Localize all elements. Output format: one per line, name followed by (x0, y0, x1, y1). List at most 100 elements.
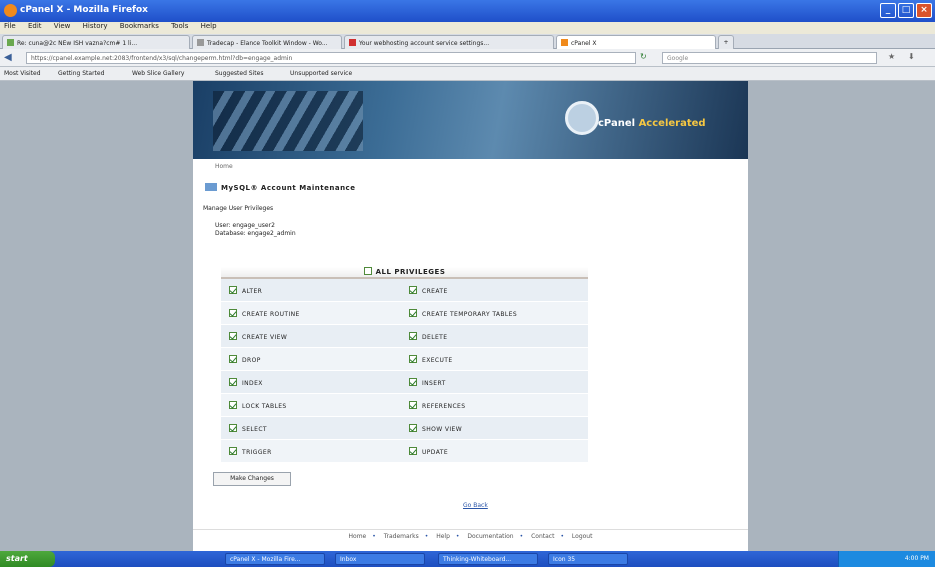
breadcrumb[interactable]: Home (215, 163, 233, 170)
reload-icon[interactable]: ↻ (640, 52, 647, 61)
privilege-option[interactable]: INSERT (409, 378, 446, 387)
navigation-bar: ◀ https://cpanel.example.net:2083/fronte… (0, 49, 935, 67)
footer-trademarks[interactable]: Trademarks (384, 533, 419, 540)
window-title: cPanel X - Mozilla Firefox (20, 5, 148, 15)
privilege-checkbox[interactable] (229, 355, 237, 363)
menu-history[interactable]: History (83, 22, 108, 30)
menu-help[interactable]: Help (201, 22, 217, 30)
privilege-row: INDEX INSERT (221, 371, 588, 394)
bookmark-unsupported[interactable]: Unsupported service (290, 70, 352, 77)
taskbar-item-whiteboard[interactable]: Thinking-Whiteboard... (438, 553, 538, 565)
menu-tools[interactable]: Tools (171, 22, 188, 30)
privilege-option[interactable]: CREATE TEMPORARY TABLES (409, 309, 517, 318)
tab-cpanel[interactable]: cPanel X (556, 35, 716, 49)
privilege-option[interactable]: CREATE (409, 286, 448, 295)
all-privileges-row[interactable]: ALL PRIVILEGES (221, 267, 588, 279)
privilege-checkbox[interactable] (229, 286, 237, 294)
manage-privileges-label: Manage User Privileges (203, 205, 274, 212)
footer-help[interactable]: Help (436, 533, 450, 540)
privilege-label: CREATE (422, 288, 448, 295)
go-back-link[interactable]: Go Back (463, 502, 488, 509)
footer-home[interactable]: Home (349, 533, 367, 540)
privilege-option[interactable]: UPDATE (409, 447, 448, 456)
privilege-row: DROP EXECUTE (221, 348, 588, 371)
privilege-checkbox[interactable] (229, 401, 237, 409)
privilege-checkbox[interactable] (409, 424, 417, 432)
privilege-checkbox[interactable] (409, 286, 417, 294)
privilege-checkbox[interactable] (409, 355, 417, 363)
mail-icon (349, 39, 356, 46)
window-titlebar: cPanel X - Mozilla Firefox _ □ × (0, 0, 935, 22)
menu-view[interactable]: View (54, 22, 71, 30)
make-changes-button[interactable]: Make Changes (213, 472, 291, 486)
privilege-checkbox[interactable] (229, 332, 237, 340)
menu-bookmarks[interactable]: Bookmarks (120, 22, 159, 30)
minimize-button[interactable]: _ (880, 3, 896, 18)
taskbar-item-firefox[interactable]: cPanel X - Mozilla Fire... (225, 553, 325, 565)
page-footer: Home • Trademarks • Help • Documentation • C… (193, 529, 748, 543)
bookmark-web-slice[interactable]: Web Slice Gallery (132, 70, 184, 77)
privilege-checkbox[interactable] (409, 378, 417, 386)
tab-1[interactable]: Re: cuna@2c NEw ISH vazna?cm# 1 li... (2, 35, 190, 49)
search-input[interactable]: Google (662, 52, 877, 64)
privilege-checkbox[interactable] (409, 332, 417, 340)
privilege-option[interactable]: TRIGGER (229, 447, 272, 456)
bookmark-getting-started[interactable]: Getting Started (58, 70, 104, 77)
bookmark-most-visited[interactable]: Most Visited (4, 70, 41, 77)
close-button[interactable]: × (916, 3, 932, 18)
footer-documentation[interactable]: Documentation (467, 533, 513, 540)
privilege-option[interactable]: SHOW VIEW (409, 424, 462, 433)
privilege-option[interactable]: LOCK TABLES (229, 401, 287, 410)
privilege-option[interactable]: DELETE (409, 332, 447, 341)
menu-file[interactable]: File (4, 22, 16, 30)
url-input[interactable]: https://cpanel.example.net:2083/frontend… (26, 52, 636, 64)
privilege-checkbox[interactable] (229, 309, 237, 317)
system-tray: 4:00 PM (838, 551, 935, 567)
firefox-icon (4, 4, 17, 17)
cpanel-page: cPanel Accelerated Home MySQL® Account M… (193, 81, 748, 551)
database-line: Database: engage2_admin (215, 230, 296, 237)
privilege-row: ALTER CREATE (221, 279, 588, 302)
privilege-option[interactable]: CREATE VIEW (229, 332, 287, 341)
download-icon[interactable]: ⬇ (908, 52, 915, 61)
tab-2[interactable]: Tradecap - Elance Toolkit Window - Wo... (192, 35, 342, 49)
privilege-option[interactable]: ALTER (229, 286, 262, 295)
bookmark-suggested[interactable]: Suggested Sites (215, 70, 263, 77)
all-privileges-checkbox[interactable] (363, 267, 372, 275)
maximize-button[interactable]: □ (898, 3, 914, 18)
privilege-option[interactable]: DROP (229, 355, 261, 364)
privilege-option[interactable]: SELECT (229, 424, 267, 433)
bookmark-star-icon[interactable]: ★ (888, 52, 895, 61)
back-arrow-icon[interactable]: ◀ (4, 52, 20, 64)
privilege-checkbox[interactable] (409, 309, 417, 317)
privilege-option[interactable]: CREATE ROUTINE (229, 309, 300, 318)
privilege-label: LOCK TABLES (242, 403, 287, 410)
privilege-label: TRIGGER (242, 449, 272, 456)
privilege-checkbox[interactable] (409, 447, 417, 455)
start-button[interactable]: start (0, 551, 55, 567)
privilege-option[interactable]: INDEX (229, 378, 263, 387)
privilege-option[interactable]: REFERENCES (409, 401, 465, 410)
privilege-row: TRIGGER UPDATE (221, 440, 588, 463)
user-line: User: engage_user2 (215, 222, 275, 229)
privilege-option[interactable]: EXECUTE (409, 355, 453, 364)
menu-edit[interactable]: Edit (28, 22, 42, 30)
privilege-checkbox[interactable] (229, 447, 237, 455)
privilege-label: EXECUTE (422, 357, 453, 364)
privilege-label: SHOW VIEW (422, 426, 463, 433)
footer-contact[interactable]: Contact (531, 533, 554, 540)
privilege-checkbox[interactable] (229, 424, 237, 432)
tab-3[interactable]: Your webhosting account service settings… (344, 35, 554, 49)
bookmarks-bar: Most Visited Getting Started Web Slice G… (0, 67, 935, 81)
taskbar-item-icon[interactable]: Icon 35 (548, 553, 628, 565)
taskbar-item-inbox[interactable]: Inbox (335, 553, 425, 565)
new-tab-button[interactable]: + (718, 35, 734, 49)
privilege-label: ALTER (242, 288, 263, 295)
banner-graphic (213, 91, 363, 151)
privilege-row: SELECT SHOW VIEW (221, 417, 588, 440)
privilege-checkbox[interactable] (229, 378, 237, 386)
mail-icon (7, 39, 14, 46)
page-title: MySQL® Account Maintenance (205, 183, 355, 192)
privilege-checkbox[interactable] (409, 401, 417, 409)
footer-logout[interactable]: Logout (572, 533, 593, 540)
